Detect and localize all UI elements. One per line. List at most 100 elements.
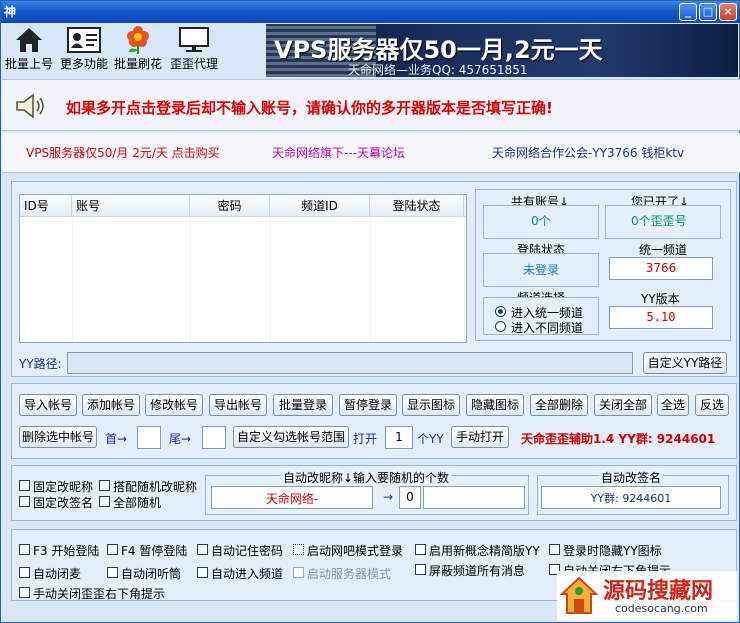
watermark: 源码搜藏网 codesocang.com — [557, 571, 737, 621]
hide-icon-button[interactable]: 隐藏图标 — [466, 394, 524, 416]
delete-selected-button[interactable]: 删除选中帐号 — [19, 426, 97, 448]
opt-auto-mute-speaker-checkbox[interactable] — [107, 567, 118, 578]
add-account-button[interactable]: 添加帐号 — [82, 394, 140, 416]
radio-unified-channel[interactable] — [495, 306, 506, 317]
yy-proxy-tool[interactable]: 歪歪代理 — [168, 25, 220, 72]
opt-label: 启用新概念精简版YY — [429, 544, 540, 558]
house-logo-icon — [559, 575, 599, 620]
sign-value: YY群: 9244601 — [590, 492, 672, 505]
opt-label: 手动关闭歪歪右下角提示 — [33, 587, 166, 601]
opt-label: F4 暂停登陆 — [121, 544, 188, 558]
random-extra-input[interactable] — [423, 486, 525, 509]
batch-login-button[interactable]: 批量登录 — [273, 394, 333, 416]
speaker-icon — [14, 92, 48, 123]
house-icon — [11, 25, 47, 55]
total-accounts-value: 0个 — [531, 214, 551, 228]
notice-text: 如果多开点击登录后却不输入账号，请确认你的多开器版本是否填写正确! — [66, 99, 553, 117]
sign-input[interactable]: YY群: 9244601 — [541, 486, 721, 509]
opt-label: 自动记住密码 — [211, 544, 284, 558]
close-button[interactable]: × — [719, 3, 737, 21]
opt-cafe-mode-checkbox[interactable] — [293, 544, 304, 555]
promo-text: 天命歪歪辅助1.4 YY群: 9244601 — [521, 432, 716, 446]
opt-manual-close-tip-checkbox[interactable] — [19, 587, 30, 598]
open-unit-label: 个YY — [417, 432, 444, 446]
col-account[interactable]: 账号 — [72, 195, 190, 217]
flower-icon — [120, 25, 156, 55]
open-count-value: 1 — [395, 430, 403, 444]
forum-link[interactable]: 天命网络旗下---天幕论坛 — [272, 144, 405, 161]
invert-select-button[interactable]: 反选 — [695, 394, 729, 416]
pause-login-button[interactable]: 暂停登录 — [339, 394, 397, 416]
custom-range-button[interactable]: 自定义勾选帐号范围 — [233, 426, 349, 448]
show-icon-button[interactable]: 显示图标 — [402, 394, 460, 416]
auto-sign-label: 自动改签名 — [599, 469, 664, 486]
app-icon: 神 — [4, 5, 17, 19]
maximize-button[interactable]: □ — [699, 3, 717, 21]
opt-hide-yy-icon-checkbox[interactable] — [549, 544, 560, 555]
col-id[interactable]: ID号 — [20, 195, 72, 217]
minimize-button[interactable]: _ — [679, 3, 697, 21]
edit-account-button[interactable]: 修改帐号 — [145, 394, 203, 416]
opt-label: 自动进入频道 — [211, 567, 284, 581]
radio-diff-label: 进入不同频道 — [511, 321, 584, 335]
opt-label: 自动闭听筒 — [121, 567, 182, 581]
fixed-sign-checkbox[interactable] — [19, 496, 30, 507]
delete-all-button[interactable]: 全部删除 — [530, 394, 588, 416]
last-index-input[interactable] — [202, 426, 226, 449]
opt-auto-enter-channel-checkbox[interactable] — [197, 567, 208, 578]
col-password[interactable]: 密码 — [190, 195, 270, 217]
banner-headline: VPS服务器仅50一月,2元一天 — [274, 36, 603, 64]
guild-link[interactable]: 天命网络合作公会-YY3766 钱柜ktv — [492, 144, 684, 161]
opt-block-messages-checkbox[interactable] — [415, 564, 426, 575]
opt-auto-mute-mic-checkbox[interactable] — [19, 567, 30, 578]
all-random-checkbox[interactable] — [99, 496, 110, 507]
account-table[interactable]: ID号 账号 密码 频道ID 登陆状态 — [19, 194, 467, 343]
import-accounts-button[interactable]: 导入帐号 — [19, 394, 77, 416]
yy-path-input[interactable] — [67, 352, 633, 374]
opt-remember-password-checkbox[interactable] — [197, 544, 208, 555]
arrow-text: → — [383, 490, 394, 504]
col-divider — [190, 217, 191, 342]
title-bar[interactable]: 神 _ □ × — [1, 1, 740, 23]
table-header: ID号 账号 密码 频道ID 登陆状态 — [20, 195, 466, 217]
monitor-icon — [176, 25, 212, 55]
random-count-input[interactable]: 0 — [399, 486, 421, 509]
auto-nick-label: 自动改昵称↓输入要随机的个数 — [281, 469, 452, 486]
close-all-button[interactable]: 关闭全部 — [594, 394, 652, 416]
opt-f4-pause-checkbox[interactable] — [107, 544, 118, 555]
opt-label: 启动网吧模式登录 — [307, 544, 404, 558]
tool-label: 批量上号 — [4, 57, 53, 71]
manual-open-button[interactable]: 手动打开 — [451, 426, 509, 448]
export-accounts-button[interactable]: 导出帐号 — [209, 394, 267, 416]
ad-banner[interactable]: VPS服务器仅50一月,2元一天 天命网络—业务QQ: 457651851 — [266, 24, 738, 77]
custom-yy-path-button[interactable]: 自定义YY路径 — [643, 352, 727, 374]
opened-value: 0个歪歪号 — [631, 214, 687, 228]
tool-label: 更多功能 — [59, 57, 108, 71]
batch-flower-tool[interactable]: 批量刷花 — [112, 25, 164, 72]
col-divider — [370, 217, 371, 342]
radio-diff-channel[interactable] — [495, 321, 506, 332]
first-index-input[interactable] — [137, 426, 161, 449]
open-count-input[interactable]: 1 — [385, 426, 413, 449]
tool-label: 歪歪代理 — [169, 57, 218, 71]
opt-f3-start-checkbox[interactable] — [19, 544, 30, 555]
more-features-tool[interactable]: 更多功能 — [58, 25, 110, 72]
watermark-cn: 源码搜藏网 — [603, 579, 714, 604]
col-channel-id[interactable]: 频道ID — [270, 195, 370, 217]
yy-version-value: 5.10 — [646, 310, 676, 324]
unified-channel-input[interactable]: 3766 — [609, 257, 713, 280]
select-all-button[interactable]: 全选 — [657, 394, 689, 416]
fixed-sign-label: 固定改签名 — [33, 496, 94, 510]
opt-lite-yy-checkbox[interactable] — [415, 544, 426, 555]
fixed-nick-checkbox[interactable] — [19, 480, 30, 491]
col-login-status[interactable]: 登陆状态 — [370, 195, 464, 217]
notice-bar: 如果多开点击登录后却不输入账号，请确认你的多开器版本是否填写正确! — [2, 79, 740, 131]
nick-prefix-input[interactable]: 天命网络- — [211, 486, 373, 509]
batch-login-tool[interactable]: 批量上号 — [4, 25, 54, 72]
id-card-icon — [66, 25, 102, 55]
opt-server-mode-checkbox[interactable] — [293, 567, 304, 578]
col-divider — [72, 217, 73, 342]
yy-version-input[interactable]: 5.10 — [609, 306, 713, 329]
vps-link[interactable]: VPS服务器仅50/月 2元/天 点击购买 — [26, 144, 220, 161]
random-nick-checkbox[interactable] — [99, 480, 110, 491]
